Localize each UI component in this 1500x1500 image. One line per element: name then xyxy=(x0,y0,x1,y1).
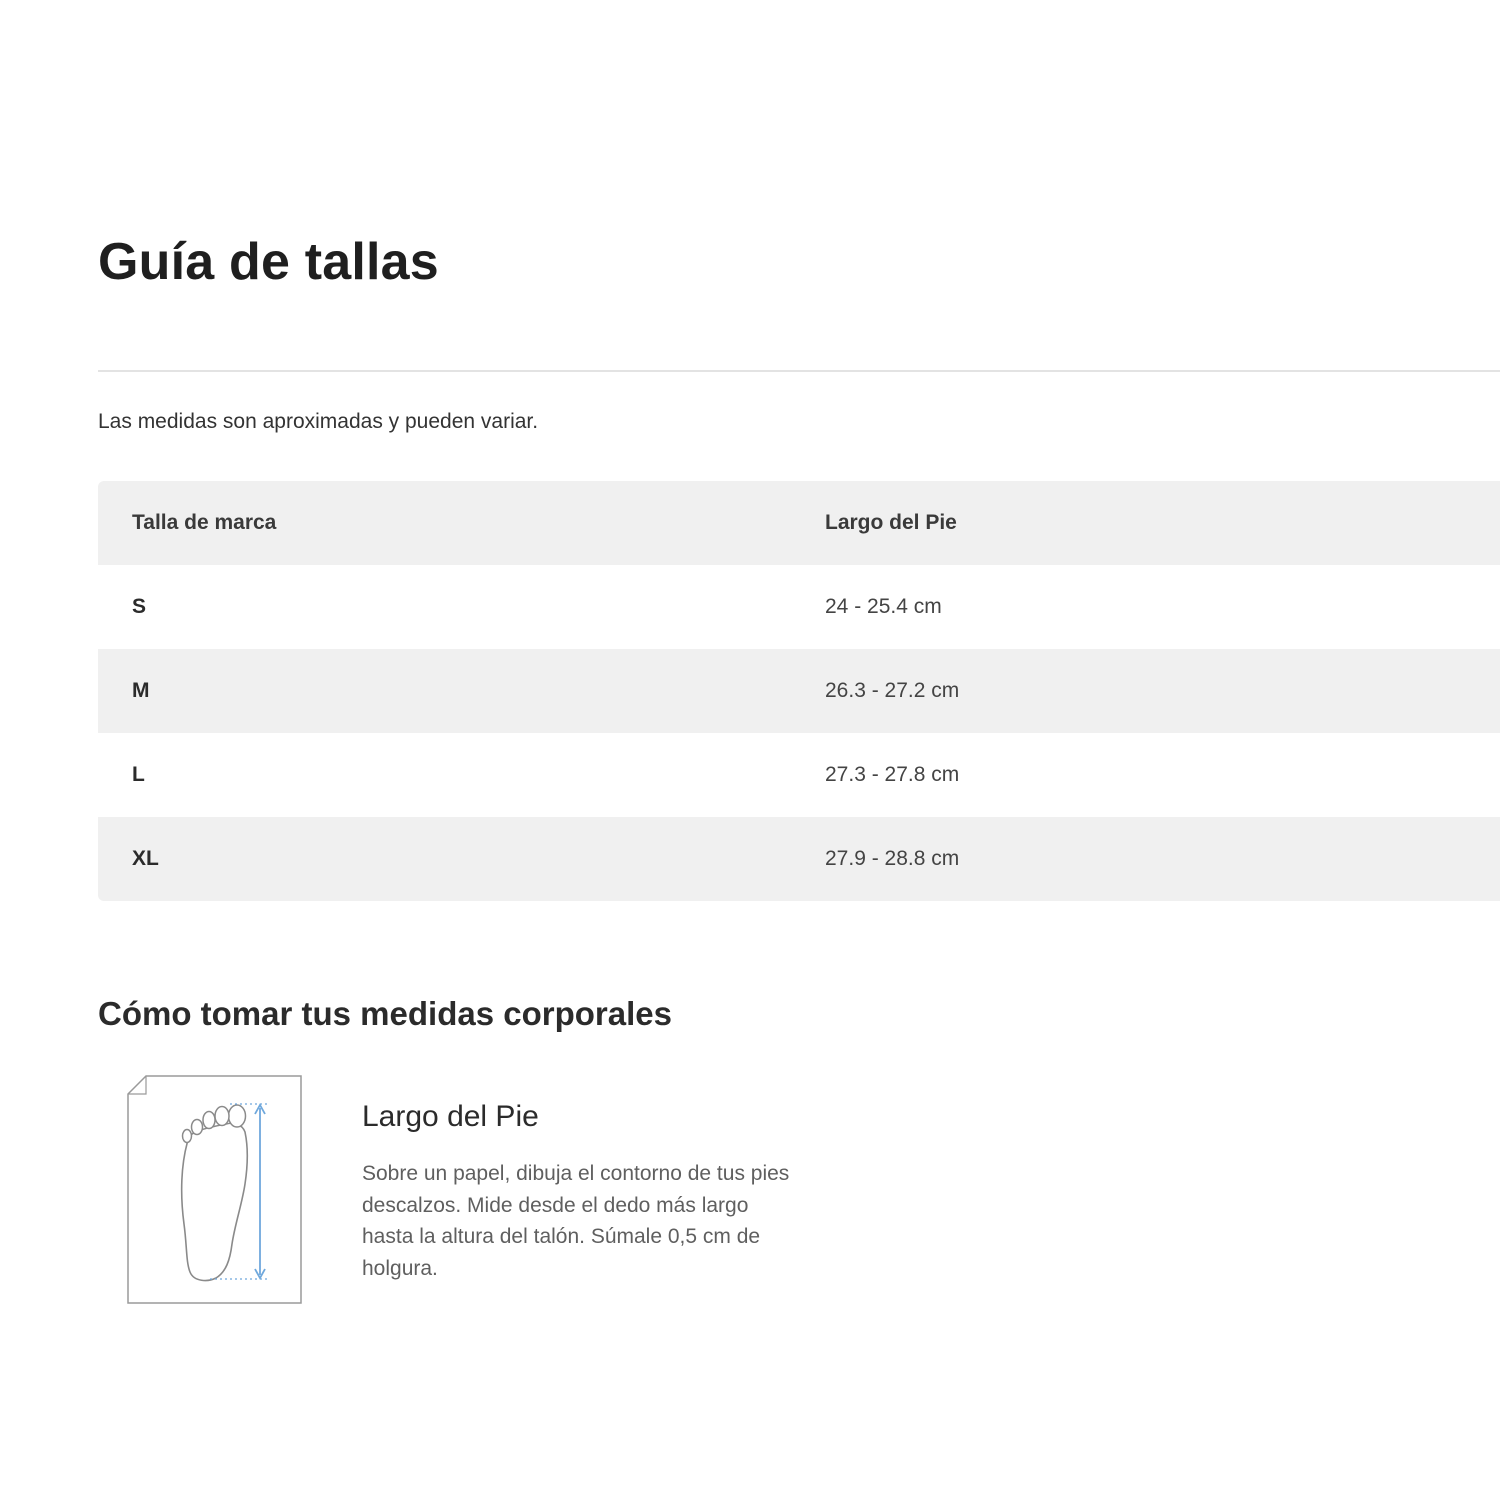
size-cell: L xyxy=(132,763,145,786)
measurements-section-title: Cómo tomar tus medidas corporales xyxy=(98,995,672,1032)
page-title: Guía de tallas xyxy=(98,233,439,291)
table-row: L 27.3 - 27.8 cm xyxy=(98,733,1500,817)
header-foot-length: Largo del Pie xyxy=(825,511,957,534)
divider xyxy=(98,370,1500,372)
table-header-row: Talla de marca Largo del Pie xyxy=(98,481,1500,565)
foot-measure-icon xyxy=(126,1074,304,1306)
length-cell: 26.3 - 27.2 cm xyxy=(825,679,960,702)
size-cell: S xyxy=(132,595,147,618)
length-cell: 27.3 - 27.8 cm xyxy=(825,763,960,786)
table-row: M 26.3 - 27.2 cm xyxy=(98,649,1500,733)
length-cell: 27.9 - 28.8 cm xyxy=(825,847,960,870)
length-cell: 24 - 25.4 cm xyxy=(825,595,942,618)
size-table: Talla de marca Largo del Pie S 24 - 25.4… xyxy=(98,481,1500,901)
table-row: XL 27.9 - 28.8 cm xyxy=(98,817,1500,901)
disclaimer-text: Las medidas son aproximadas y pueden var… xyxy=(98,410,539,433)
size-cell: M xyxy=(132,679,150,702)
header-brand-size: Talla de marca xyxy=(132,511,277,534)
foot-length-description: Sobre un papel, dibuja el contorno de tu… xyxy=(362,1162,790,1280)
size-cell: XL xyxy=(132,847,159,870)
table-row: S 24 - 25.4 cm xyxy=(98,565,1500,649)
foot-length-title: Largo del Pie xyxy=(362,1100,539,1133)
